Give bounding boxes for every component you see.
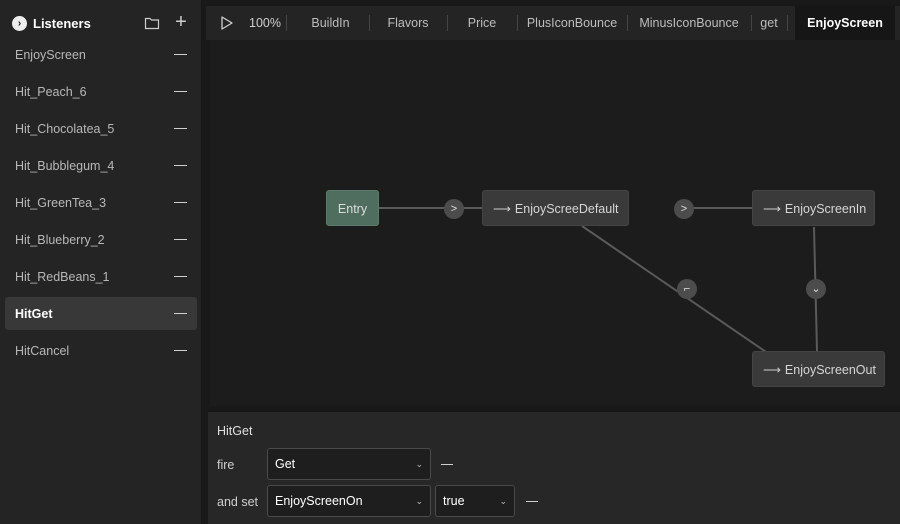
- zoom-level[interactable]: 100%: [249, 16, 281, 30]
- tab-price[interactable]: Price: [447, 6, 517, 40]
- state-node-enjoyscreenin[interactable]: ⟶ EnjoyScreenIn: [752, 190, 875, 226]
- chevron-down-icon: ⌄: [415, 496, 423, 506]
- remove-dash-icon[interactable]: [174, 239, 187, 240]
- transition-chevron-down-icon[interactable]: ⌄: [806, 279, 826, 299]
- listener-item[interactable]: HitGet: [5, 297, 197, 330]
- play-icon[interactable]: [220, 16, 234, 30]
- listeners-sidebar: › Listeners + EnjoyScreen Hit_Peach_6 Hit_…: [0, 0, 202, 524]
- set-value-value: true: [443, 494, 465, 508]
- arrow-right-icon: ⟶: [493, 202, 511, 216]
- arrow-right-icon: ⟶: [763, 202, 781, 216]
- listener-item[interactable]: Hit_Blueberry_2: [5, 223, 197, 256]
- listener-item[interactable]: HitCancel: [5, 334, 197, 367]
- transition-chevron-right-icon[interactable]: >: [674, 199, 694, 219]
- listener-item[interactable]: Hit_Bubblegum_4: [5, 149, 197, 182]
- listener-item-label: Hit_RedBeans_1: [15, 270, 110, 284]
- tab-divider: [787, 15, 788, 31]
- fire-label: fire: [217, 458, 235, 472]
- remove-dash-icon[interactable]: [174, 91, 187, 92]
- set-param-select[interactable]: EnjoyScreenOn ⌄: [267, 485, 431, 517]
- add-listener-icon[interactable]: +: [172, 12, 190, 32]
- tab-enjoyscreen[interactable]: EnjoyScreen: [795, 6, 895, 40]
- listener-item-label: Hit_Bubblegum_4: [15, 159, 115, 173]
- listener-item-label: Hit_Blueberry_2: [15, 233, 105, 247]
- tab-minusiconbounce[interactable]: MinusIconBounce: [627, 6, 751, 40]
- listener-detail-panel: HitGet fire Get ⌄ and set EnjoyScreenOn …: [208, 410, 900, 524]
- sidebar-title: Listeners: [33, 16, 91, 31]
- listener-item[interactable]: Hit_Peach_6: [5, 75, 197, 108]
- tab-divider: [286, 15, 287, 31]
- fire-event-select[interactable]: Get ⌄: [267, 448, 431, 480]
- remove-dash-icon[interactable]: [174, 128, 187, 129]
- chevron-down-icon: ⌄: [499, 496, 507, 506]
- remove-dash-icon[interactable]: [174, 276, 187, 277]
- collapse-toggle-icon[interactable]: ›: [12, 16, 27, 31]
- tab-bar: 100% BuildIn Flavors Price PlusIconBounce Mi…: [206, 6, 900, 40]
- set-value-select[interactable]: true ⌄: [435, 485, 515, 517]
- state-node-enjoyscreenout[interactable]: ⟶ EnjoyScreenOut: [752, 351, 885, 387]
- fire-event-value: Get: [275, 457, 296, 471]
- remove-dash-icon[interactable]: [174, 350, 187, 351]
- listener-item-label: HitCancel: [15, 344, 70, 358]
- listener-item[interactable]: Hit_Chocolatea_5: [5, 112, 197, 145]
- folder-icon[interactable]: [144, 15, 160, 31]
- state-node-label: EnjoyScreenIn: [784, 202, 867, 216]
- tab-buildin[interactable]: BuildIn: [292, 6, 369, 40]
- listener-item-label: Hit_Peach_6: [15, 85, 87, 99]
- remove-fire-dash-icon[interactable]: [441, 464, 453, 465]
- listener-list: EnjoyScreen Hit_Peach_6 Hit_Chocolatea_5 Hi…: [5, 38, 197, 371]
- chevron-down-icon: ⌄: [415, 459, 423, 469]
- tab-flavors[interactable]: Flavors: [369, 6, 447, 40]
- and-set-label: and set: [217, 495, 259, 509]
- connection-default-out: [581, 225, 767, 353]
- listener-item-label: Hit_Chocolatea_5: [15, 122, 115, 136]
- arrow-right-icon: ⟶: [763, 363, 781, 377]
- remove-dash-icon[interactable]: [174, 54, 187, 55]
- state-node-label: EnjoyScreenOut: [784, 363, 876, 377]
- state-graph-canvas[interactable]: Entry ⟶ EnjoyScreeDefault ⟶ EnjoyScreenIn …: [210, 40, 900, 406]
- remove-dash-icon[interactable]: [174, 165, 187, 166]
- panel-title: HitGet: [217, 424, 253, 438]
- state-node-label: EnjoyScreeDefault: [514, 202, 619, 216]
- listener-item-label: Hit_GreenTea_3: [15, 196, 107, 210]
- transition-chevron-diagonal-icon[interactable]: ⌐: [677, 279, 697, 299]
- listener-item[interactable]: Hit_GreenTea_3: [5, 186, 197, 219]
- state-node-enjoyscreedefault[interactable]: ⟶ EnjoyScreeDefault: [482, 190, 629, 226]
- entry-node-label: Entry: [337, 202, 368, 216]
- listener-item[interactable]: EnjoyScreen: [5, 38, 197, 71]
- remove-set-dash-icon[interactable]: [526, 501, 538, 502]
- remove-dash-icon[interactable]: [174, 313, 187, 314]
- listener-item[interactable]: Hit_RedBeans_1: [5, 260, 197, 293]
- tab-get[interactable]: get: [751, 6, 787, 40]
- entry-node[interactable]: Entry: [326, 190, 379, 226]
- listener-item-label: EnjoyScreen: [15, 48, 86, 62]
- transition-chevron-right-icon[interactable]: >: [444, 199, 464, 219]
- set-param-value: EnjoyScreenOn: [275, 494, 363, 508]
- remove-dash-icon[interactable]: [174, 202, 187, 203]
- tab-plusiconbounce[interactable]: PlusIconBounce: [517, 6, 627, 40]
- listener-item-label: HitGet: [15, 307, 53, 321]
